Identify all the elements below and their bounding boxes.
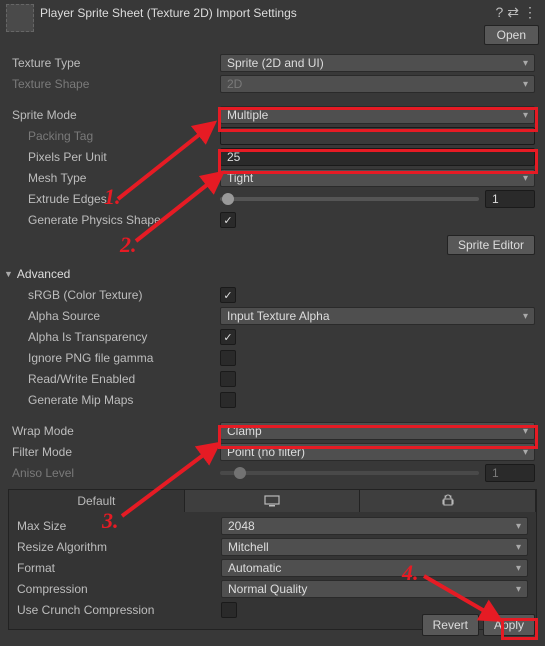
pixels-per-unit-input[interactable]: 25: [220, 148, 535, 166]
packing-tag-label: Packing Tag: [10, 129, 220, 143]
aniso-level-label: Aniso Level: [10, 466, 220, 480]
crunch-checkbox[interactable]: [221, 602, 237, 618]
packing-tag-input: [220, 127, 535, 145]
format-label: Format: [17, 561, 221, 575]
apply-button[interactable]: Apply: [483, 614, 535, 636]
crunch-label: Use Crunch Compression: [17, 603, 221, 617]
alpha-transparency-label: Alpha Is Transparency: [10, 330, 220, 344]
aniso-level-slider: [220, 471, 479, 475]
sprite-editor-button[interactable]: Sprite Editor: [447, 235, 535, 255]
compression-label: Compression: [17, 582, 221, 596]
texture-type-label: Texture Type: [10, 56, 220, 70]
mesh-type-label: Mesh Type: [10, 171, 220, 185]
menu-icon[interactable]: ⋮: [523, 4, 537, 21]
ignore-png-label: Ignore PNG file gamma: [10, 351, 220, 365]
monitor-icon: [264, 495, 280, 507]
format-dropdown[interactable]: Automatic: [221, 559, 528, 577]
alpha-transparency-checkbox[interactable]: ✓: [220, 329, 236, 345]
platform-tab-standalone[interactable]: [185, 490, 361, 512]
advanced-foldout-icon[interactable]: ▼: [4, 269, 13, 279]
max-size-label: Max Size: [17, 519, 221, 533]
mesh-type-dropdown[interactable]: Tight: [220, 169, 535, 187]
aniso-level-value: 1: [485, 464, 535, 482]
pixels-per-unit-label: Pixels Per Unit: [10, 150, 220, 164]
srgb-label: sRGB (Color Texture): [10, 288, 220, 302]
help-icon[interactable]: ?: [495, 4, 503, 21]
extrude-edges-value[interactable]: 1: [485, 190, 535, 208]
alpha-source-label: Alpha Source: [10, 309, 220, 323]
alpha-source-dropdown[interactable]: Input Texture Alpha: [220, 307, 535, 325]
android-icon: [441, 494, 455, 508]
inspector-title: Player Sprite Sheet (Texture 2D) Import …: [40, 4, 478, 20]
advanced-label[interactable]: Advanced: [17, 267, 70, 281]
platform-tab-default[interactable]: Default: [9, 490, 185, 512]
texture-shape-label: Texture Shape: [10, 77, 220, 91]
mip-maps-checkbox[interactable]: [220, 392, 236, 408]
wrap-mode-label: Wrap Mode: [10, 424, 220, 438]
preset-icon[interactable]: ⇄: [507, 4, 519, 21]
texture-preview-icon: [6, 4, 34, 32]
revert-button[interactable]: Revert: [422, 614, 479, 636]
sprite-mode-dropdown[interactable]: Multiple: [220, 106, 535, 124]
platform-tab-android[interactable]: [360, 490, 536, 512]
extrude-edges-label: Extrude Edges: [10, 192, 220, 206]
texture-type-dropdown[interactable]: Sprite (2D and UI): [220, 54, 535, 72]
resize-algorithm-label: Resize Algorithm: [17, 540, 221, 554]
compression-dropdown[interactable]: Normal Quality: [221, 580, 528, 598]
filter-mode-dropdown[interactable]: Point (no filter): [220, 443, 535, 461]
generate-physics-checkbox[interactable]: ✓: [220, 212, 236, 228]
generate-physics-label: Generate Physics Shape: [10, 213, 220, 227]
sprite-mode-label: Sprite Mode: [10, 108, 220, 122]
filter-mode-label: Filter Mode: [10, 445, 220, 459]
texture-shape-dropdown: 2D: [220, 75, 535, 93]
ignore-png-checkbox[interactable]: [220, 350, 236, 366]
wrap-mode-dropdown[interactable]: Clamp: [220, 422, 535, 440]
read-write-checkbox[interactable]: [220, 371, 236, 387]
resize-algorithm-dropdown[interactable]: Mitchell: [221, 538, 528, 556]
max-size-dropdown[interactable]: 2048: [221, 517, 528, 535]
mip-maps-label: Generate Mip Maps: [10, 393, 220, 407]
read-write-label: Read/Write Enabled: [10, 372, 220, 386]
open-button[interactable]: Open: [484, 25, 539, 45]
extrude-edges-slider[interactable]: [220, 197, 479, 201]
srgb-checkbox[interactable]: ✓: [220, 287, 236, 303]
